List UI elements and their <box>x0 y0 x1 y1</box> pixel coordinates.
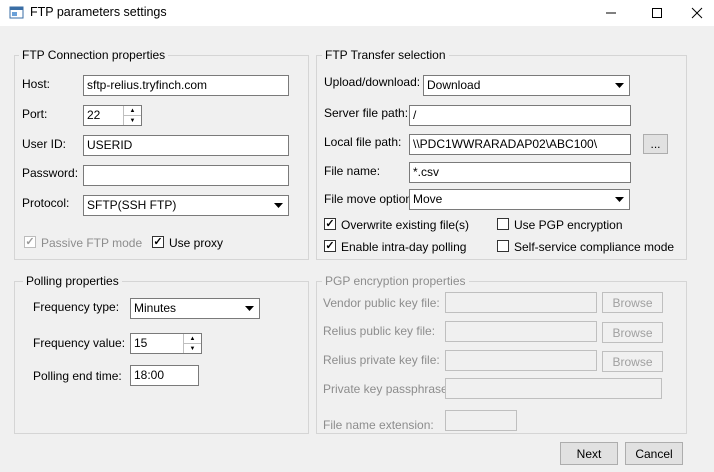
next-button[interactable]: Next <box>560 442 618 465</box>
frequency-type-select[interactable]: Minutes <box>130 298 260 319</box>
chevron-down-icon[interactable] <box>611 77 628 94</box>
upload-download-label: Upload/download: <box>324 75 421 89</box>
protocol-value: SFTP(SSH FTP) <box>87 198 177 212</box>
chevron-down-icon[interactable] <box>611 191 628 208</box>
relius-private-key-input[interactable] <box>445 350 597 371</box>
upload-download-value: Download <box>427 78 481 92</box>
file-move-option-value: Move <box>413 192 443 206</box>
local-file-path-input[interactable]: \\PDC1WWRARADAP02\ABC100\ <box>409 134 631 155</box>
file-name-extension-label: File name extension: <box>323 418 434 432</box>
maximize-icon <box>652 8 662 18</box>
intra-day-polling-checkbox[interactable]: ✓ <box>324 240 336 252</box>
minimize-icon <box>606 12 616 14</box>
pgp-group-title: PGP encryption properties <box>322 274 469 288</box>
relius-private-key-label: Relius private key file: <box>323 353 440 367</box>
maximize-button[interactable] <box>634 0 680 26</box>
vendor-key-input[interactable] <box>445 292 597 313</box>
relius-public-key-browse-button[interactable]: Browse <box>602 322 663 343</box>
use-proxy-checkbox[interactable]: ✓ <box>152 236 164 248</box>
port-stepper[interactable]: 22 ▲ ▼ <box>83 105 142 126</box>
app-icon <box>9 6 24 19</box>
file-move-option-select[interactable]: Move <box>409 189 630 210</box>
relius-public-key-input[interactable] <box>445 321 597 342</box>
port-spinner[interactable]: ▲ ▼ <box>123 106 141 125</box>
chevron-down-icon[interactable] <box>270 197 287 214</box>
frequency-spinner[interactable]: ▲ ▼ <box>183 334 201 353</box>
spin-down-icon[interactable]: ▼ <box>124 116 141 125</box>
frequency-type-value: Minutes <box>134 301 177 315</box>
host-label: Host: <box>22 77 51 91</box>
ftp-transfer-group-title: FTP Transfer selection <box>322 48 449 62</box>
passive-ftp-checkbox[interactable]: ✓ <box>24 236 36 248</box>
password-label: Password: <box>22 166 79 180</box>
polling-group-title: Polling properties <box>23 274 122 288</box>
protocol-label: Protocol: <box>22 196 70 210</box>
close-icon <box>691 7 703 19</box>
minimize-button[interactable] <box>588 0 634 26</box>
passphrase-input[interactable] <box>445 378 662 399</box>
use-pgp-checkbox[interactable] <box>497 218 509 230</box>
local-file-path-label: Local file path: <box>324 135 402 149</box>
polling-end-time-label: Polling end time: <box>33 369 122 383</box>
frequency-value-label: Frequency value: <box>33 336 126 350</box>
self-service-checkbox[interactable] <box>497 240 509 252</box>
close-button[interactable] <box>680 0 714 26</box>
vendor-key-label: Vendor public key file: <box>323 296 440 310</box>
passive-ftp-label: Passive FTP mode <box>41 236 143 250</box>
overwrite-checkbox[interactable]: ✓ <box>324 218 336 230</box>
intra-day-polling-label: Enable intra-day polling <box>341 240 467 254</box>
relius-public-key-label: Relius public key file: <box>323 324 436 338</box>
file-name-input[interactable]: *.csv <box>409 162 631 183</box>
protocol-select[interactable]: SFTP(SSH FTP) <box>83 195 289 216</box>
server-file-path-label: Server file path: <box>324 106 409 120</box>
self-service-label: Self-service compliance mode <box>514 240 675 254</box>
use-proxy-label: Use proxy <box>169 236 224 250</box>
ftp-connection-group-title: FTP Connection properties <box>19 48 169 62</box>
spin-up-icon[interactable]: ▲ <box>184 334 201 344</box>
polling-end-time-input[interactable]: 18:00 <box>130 365 199 386</box>
spin-down-icon[interactable]: ▼ <box>184 344 201 353</box>
spin-up-icon[interactable]: ▲ <box>124 106 141 116</box>
password-input[interactable] <box>83 165 289 186</box>
passphrase-label: Private key passphrase: <box>323 382 452 396</box>
host-input[interactable]: sftp-relius.tryfinch.com <box>83 75 289 96</box>
window-title: FTP parameters settings <box>30 5 167 19</box>
file-name-label: File name: <box>324 164 381 178</box>
server-file-path-input[interactable]: / <box>409 105 631 126</box>
frequency-value-stepper[interactable]: 15 ▲ ▼ <box>130 333 202 354</box>
file-move-option-label: File move option: <box>324 192 416 206</box>
port-label: Port: <box>22 107 48 121</box>
vendor-key-browse-button[interactable]: Browse <box>602 292 663 313</box>
overwrite-label: Overwrite existing file(s) <box>341 218 470 232</box>
upload-download-select[interactable]: Download <box>423 75 630 96</box>
browse-local-path-button[interactable]: ... <box>643 134 668 154</box>
cancel-button[interactable]: Cancel <box>625 442 683 465</box>
chevron-down-icon[interactable] <box>241 300 258 317</box>
frequency-type-label: Frequency type: <box>33 300 120 314</box>
frequency-value: 15 <box>134 336 148 350</box>
relius-private-key-browse-button[interactable]: Browse <box>602 351 663 372</box>
use-pgp-label: Use PGP encryption <box>514 218 623 232</box>
user-id-input[interactable]: USERID <box>83 135 289 156</box>
port-value: 22 <box>87 108 101 122</box>
file-name-extension-input[interactable] <box>445 410 517 431</box>
user-id-label: User ID: <box>22 137 67 151</box>
